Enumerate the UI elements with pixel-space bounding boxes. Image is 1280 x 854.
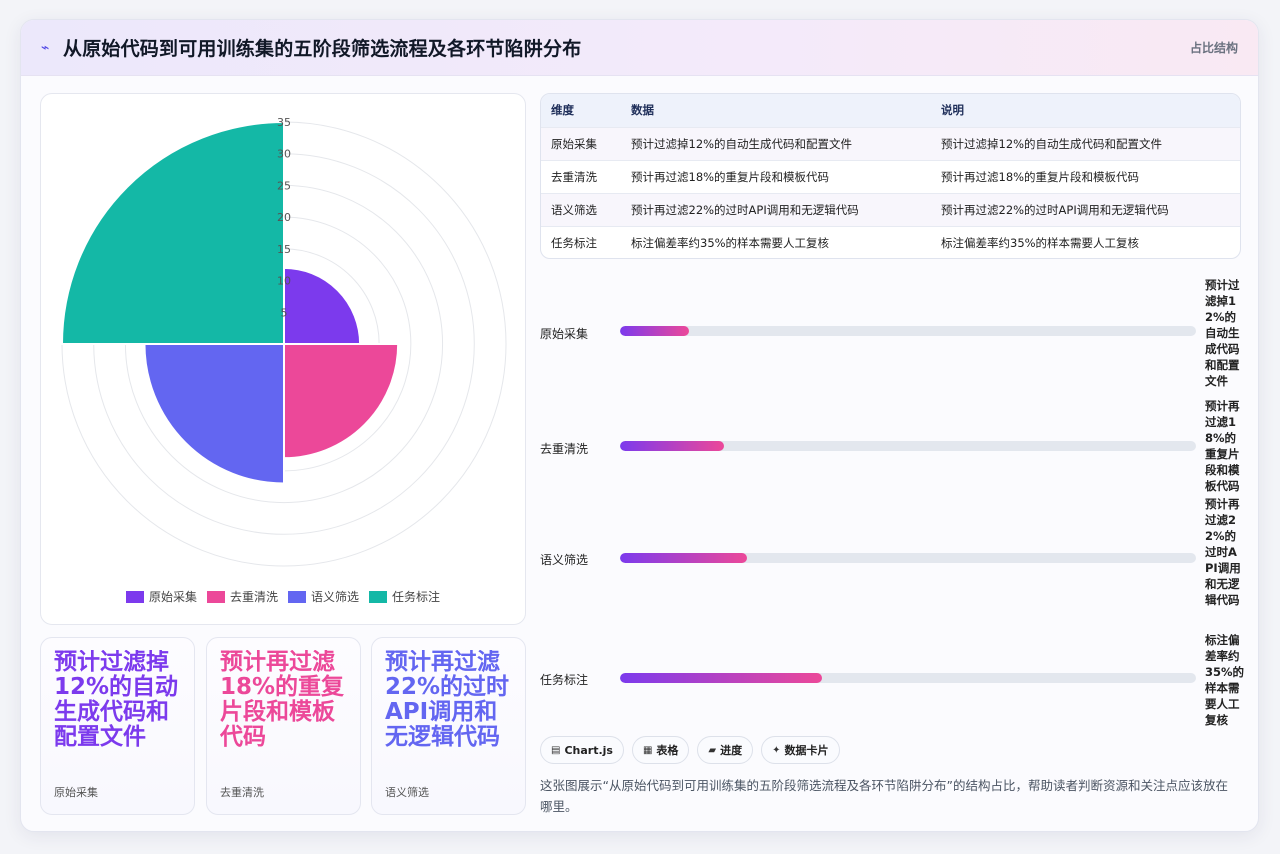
- legend-swatch: [206, 590, 225, 603]
- chart-description: 这张图展示“从原始代码到可用训练集的五阶段筛选流程及各环节陷阱分布”的结构占比，…: [540, 778, 1228, 814]
- legend-item[interactable]: 任务标注: [369, 588, 440, 605]
- table-cell: 预计再过滤22%的过时API调用和无逻辑代码: [621, 192, 931, 226]
- chip-progress[interactable]: ▰ 进度: [697, 736, 754, 764]
- table-row: 语义筛选 预计再过滤22%的过时API调用和无逻辑代码 预计再过滤22%的过时A…: [541, 192, 1240, 226]
- radial-tick-label: 30: [277, 148, 291, 161]
- progress-note: 标注偏差率约35%的样本需要人工复核: [1205, 633, 1245, 727]
- legend-swatch: [369, 590, 388, 603]
- progress-note: 预计再过滤22%的过时API调用和无逻辑代码: [1205, 497, 1241, 607]
- legend-label: 语义筛选: [311, 590, 360, 604]
- progress-icon: ▰: [708, 744, 717, 756]
- table-row: 任务标注 标注偏差率约35%的样本需要人工复核 标注偏差率约35%的样本需要人工…: [541, 225, 1240, 258]
- legend-item[interactable]: 原始采集: [125, 588, 197, 605]
- polar-area-chart: 5 10 15 20 25 30 35: [60, 116, 507, 567]
- radial-tick-label: 20: [277, 211, 291, 224]
- header: ⌁ 从原始代码到可用训练集的五阶段筛选流程及各环节陷阱分布 占比结构: [21, 20, 1258, 76]
- chart-icon: ▤: [551, 744, 561, 756]
- sector-4: [60, 120, 285, 345]
- chip-label: 数据卡片: [784, 744, 829, 757]
- progress-row: 原始采集 预计过滤掉12%的自动生成代码和配置文件: [540, 277, 1241, 388]
- progress-fill: [620, 441, 724, 451]
- table-row: 原始采集 预计过滤掉12%的自动生成代码和配置文件 预计过滤掉12%的自动生成代…: [541, 126, 1240, 160]
- table-cell: 原始采集: [541, 126, 621, 160]
- stat-label: 原始采集: [54, 786, 98, 799]
- progress-fill: [620, 326, 690, 336]
- stat-card-2: 预计再过滤18%的重复片段和模板代码 去重清洗: [206, 637, 361, 815]
- chip-table[interactable]: ▦ 表格: [631, 736, 690, 764]
- legend-swatch: [288, 590, 306, 603]
- progress-label: 任务标注: [540, 673, 589, 687]
- card-icon: ✦: [772, 744, 781, 756]
- chip-label: 进度: [720, 744, 743, 757]
- legend-label: 去重清洗: [229, 590, 278, 604]
- progress-track: [620, 553, 1196, 563]
- radial-tick-label: 10: [277, 275, 291, 288]
- progress-note: 预计再过滤18%的重复片段和模板代码: [1205, 399, 1240, 493]
- sector-1: [283, 266, 362, 345]
- table-row: 去重清洗 预计再过滤18%的重复片段和模板代码 预计再过滤18%的重复片段和模板…: [541, 159, 1240, 193]
- header-tag: 占比结构: [1189, 41, 1238, 55]
- progress-track: [620, 441, 1196, 451]
- radial-tick-label: 5: [281, 306, 288, 319]
- polar-chart-panel: 5 10 15 20 25 30 35 原始采集 去重清洗 语义筛选 任务标注: [40, 93, 526, 625]
- table-header: 数据: [621, 94, 931, 127]
- legend-swatch: [125, 590, 144, 603]
- progress-fill: [620, 553, 747, 563]
- table-header: 维度: [541, 94, 621, 127]
- radial-tick-label: 25: [277, 179, 291, 192]
- chip-group: ▤ Chart.js ▦ 表格 ▰ 进度 ✦ 数据卡片: [540, 736, 840, 764]
- chart-legend: 原始采集 去重清洗 语义筛选 任务标注: [41, 588, 525, 605]
- sector-3: [143, 343, 285, 485]
- progress-label: 原始采集: [540, 327, 589, 341]
- table-cell: 预计再过滤18%的重复片段和模板代码: [931, 159, 1240, 193]
- table-cell: 预计过滤掉12%的自动生成代码和配置文件: [621, 126, 931, 160]
- radial-tick-label: 15: [277, 243, 291, 256]
- chip-chartjs[interactable]: ▤ Chart.js: [540, 736, 624, 764]
- stat-card-1: 预计过滤掉12%的自动生成代码和配置文件 原始采集: [40, 637, 195, 815]
- stat-value: 预计再过滤22%的过时API调用和无逻辑代码: [385, 650, 510, 750]
- progress-label: 去重清洗: [540, 442, 589, 456]
- chip-label: Chart.js: [564, 743, 613, 757]
- table-cell: 预计过滤掉12%的自动生成代码和配置文件: [931, 126, 1240, 160]
- table-cell: 任务标注: [541, 225, 621, 258]
- progress-track: [620, 673, 1196, 683]
- progress-track: [620, 326, 1196, 336]
- chip-data-card[interactable]: ✦ 数据卡片: [761, 736, 840, 764]
- table-cell: 预计再过滤18%的重复片段和模板代码: [621, 159, 931, 193]
- page-title: 从原始代码到可用训练集的五阶段筛选流程及各环节陷阱分布: [63, 38, 582, 60]
- progress-note: 预计过滤掉12%的自动生成代码和配置文件: [1205, 278, 1240, 388]
- chip-label: 表格: [656, 744, 679, 757]
- progress-row: 去重清洗 预计再过滤18%的重复片段和模板代码: [540, 398, 1241, 498]
- sector-2: [283, 343, 400, 460]
- progress-fill: [620, 673, 822, 683]
- chart-pulse-icon: ⌁: [41, 39, 50, 56]
- progress-row: 语义筛选 预计再过滤22%的过时API调用和无逻辑代码: [540, 496, 1241, 626]
- stat-value: 预计过滤掉12%的自动生成代码和配置文件: [54, 650, 179, 750]
- table-cell: 标注偏差率约35%的样本需要人工复核: [621, 225, 931, 258]
- stat-value: 预计再过滤18%的重复片段和模板代码: [220, 650, 345, 750]
- stat-card-3: 预计再过滤22%的过时API调用和无逻辑代码 语义筛选: [371, 637, 526, 815]
- table-cell: 去重清洗: [541, 159, 621, 193]
- progress-row: 任务标注 标注偏差率约35%的样本需要人工复核: [540, 632, 1244, 732]
- progress-label: 语义筛选: [540, 553, 589, 567]
- legend-label: 原始采集: [148, 590, 197, 604]
- legend-item[interactable]: 语义筛选: [288, 588, 359, 605]
- radial-tick-label: 35: [277, 116, 291, 129]
- table-cell: 语义筛选: [541, 192, 621, 226]
- legend-item[interactable]: 去重清洗: [206, 588, 278, 605]
- legend-label: 任务标注: [392, 590, 441, 604]
- stat-label: 去重清洗: [220, 786, 264, 799]
- table-header: 说明: [931, 94, 1240, 127]
- table-cell: 预计再过滤22%的过时API调用和无逻辑代码: [931, 192, 1240, 226]
- table-icon: ▦: [642, 744, 653, 756]
- stat-label: 语义筛选: [385, 786, 429, 799]
- data-table: 维度 数据 说明 原始采集 预计过滤掉12%的自动生成代码和配置文件 预计过滤掉…: [540, 93, 1241, 259]
- table-cell: 标注偏差率约35%的样本需要人工复核: [931, 225, 1240, 258]
- dashboard-card: ⌁ 从原始代码到可用训练集的五阶段筛选流程及各环节陷阱分布 占比结构 5 10 15…: [20, 19, 1259, 832]
